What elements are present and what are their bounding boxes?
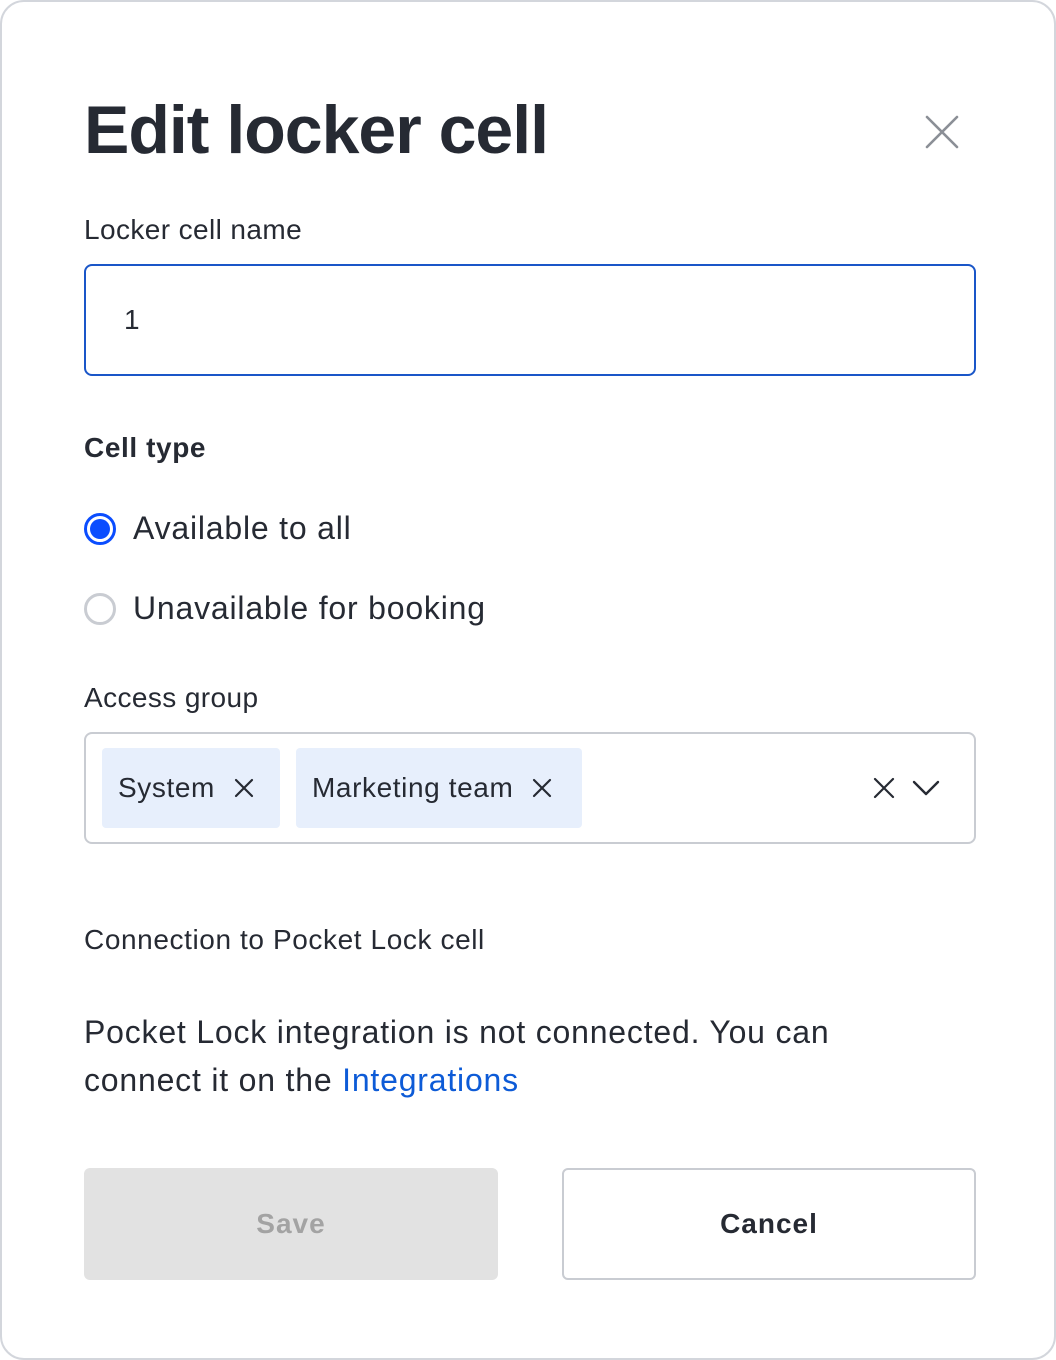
locker-cell-name-value: 1 [124,304,140,335]
integrations-link[interactable]: Integrations [342,1062,519,1098]
access-group-chip: System [102,748,280,828]
radio-unavailable-for-booking[interactable]: Unavailable for booking [84,590,486,627]
radio-label-available: Available to all [133,510,352,546]
cancel-button[interactable]: Cancel [562,1168,976,1280]
close-icon [925,115,959,149]
access-group-label: Access group [84,682,259,713]
connection-label: Connection to Pocket Lock cell [84,924,485,955]
access-group-chip: Marketing team [296,748,582,828]
chevron-down-icon [912,780,940,796]
radio-available-to-all[interactable]: Available to all [84,510,352,547]
radio-button-checked[interactable] [84,512,116,545]
x-icon [533,778,552,798]
dialog-title: Edit locker cell [84,92,549,168]
locker-cell-name-label: Locker cell name [84,214,303,245]
chip-label-system: System [118,772,215,803]
clear-icon [873,777,895,799]
locker-cell-name-input[interactable]: 1 [84,264,976,376]
clear-selection-button[interactable] [870,774,898,802]
save-button[interactable]: Save [84,1168,498,1280]
close-button[interactable] [912,102,972,162]
integration-info-text: Pocket Lock integration is not connected… [84,1008,944,1104]
edit-locker-cell-dialog: Edit locker cell Locker cell name 1 Cell… [0,0,1056,1360]
chip-remove-marketing[interactable] [531,777,553,799]
x-icon [234,778,254,798]
radio-button-unchecked[interactable] [84,592,116,625]
cell-type-title: Cell type [84,432,207,463]
chip-label-marketing: Marketing team [312,772,514,803]
chip-remove-system[interactable] [233,777,255,799]
radio-label-unavailable: Unavailable for booking [133,590,486,626]
access-group-select[interactable]: System Marketing team [84,732,976,844]
dropdown-toggle[interactable] [910,774,942,802]
